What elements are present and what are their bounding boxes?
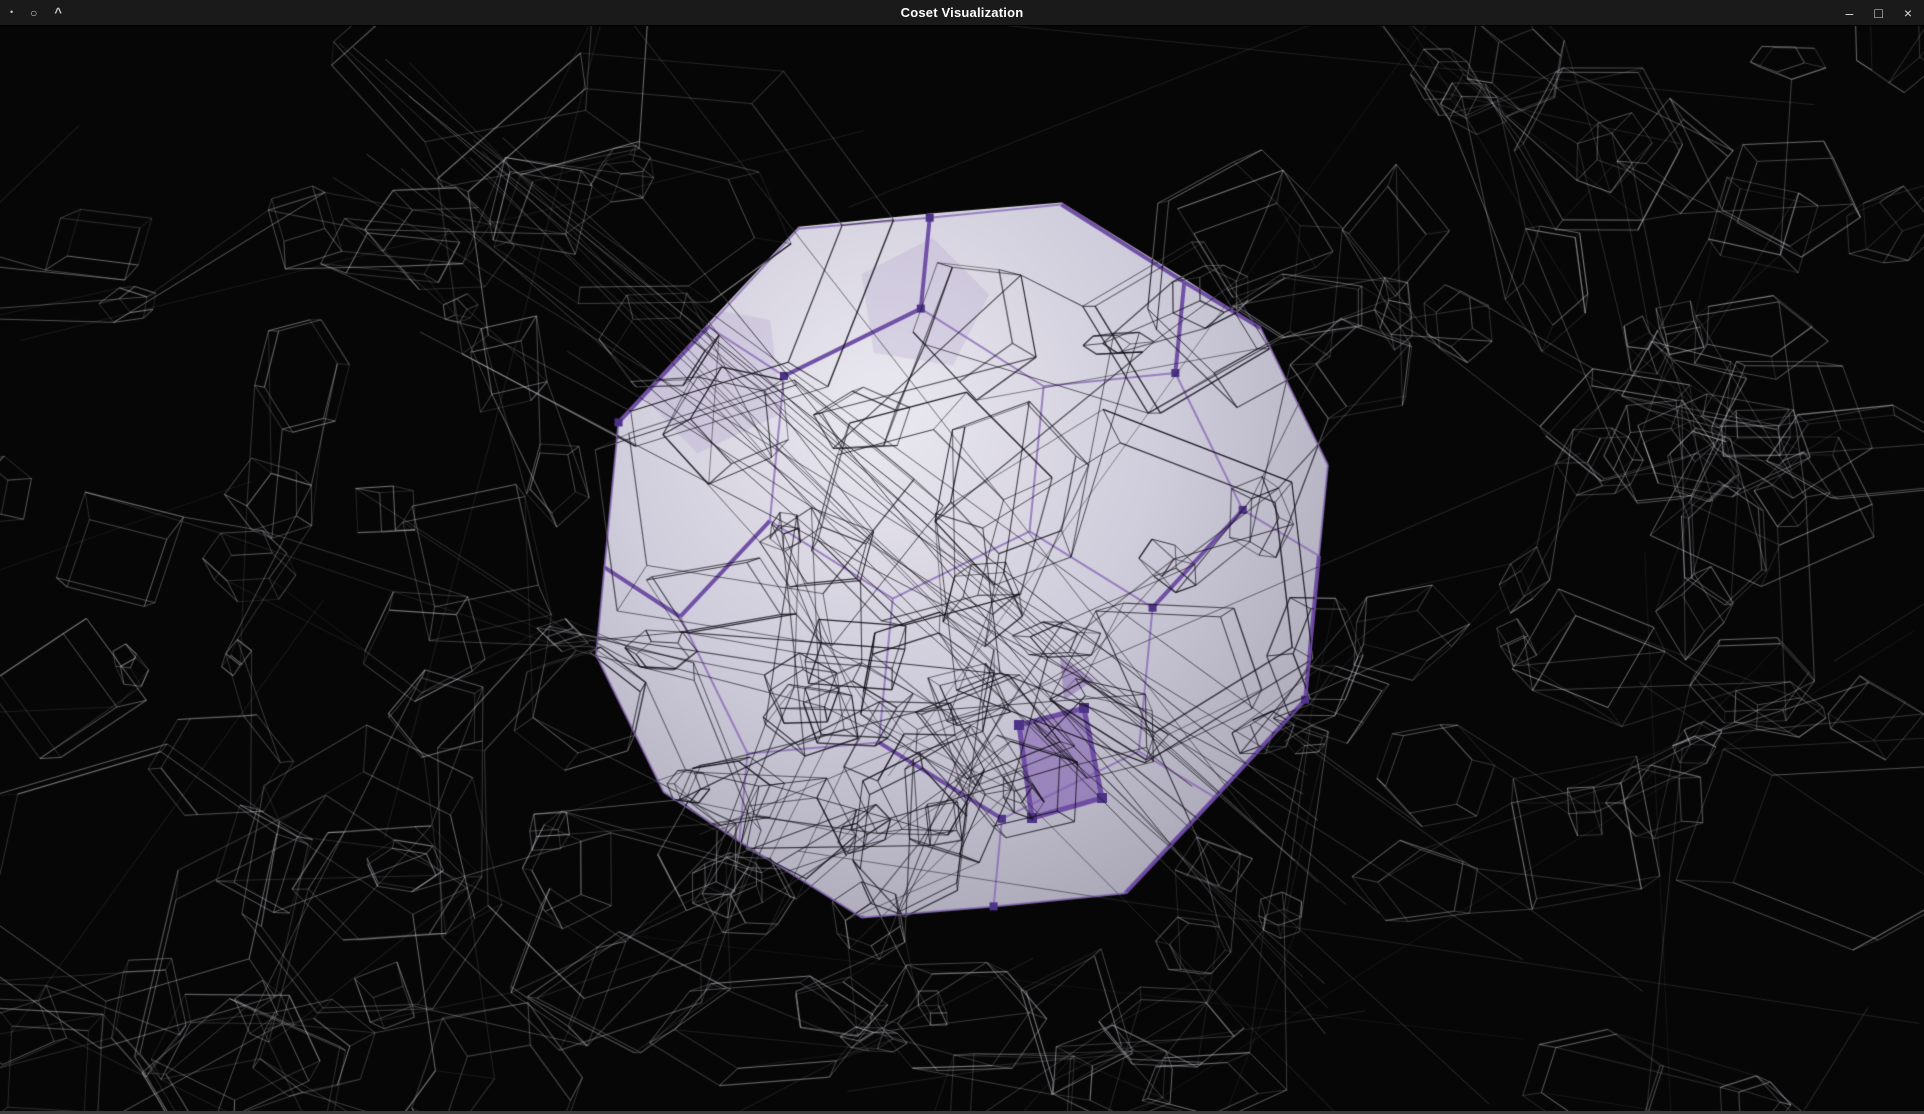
close-button[interactable]: × [1904,6,1912,20]
window-controls: – □ × [1846,0,1912,25]
caret-up-icon[interactable]: ^ [54,6,62,19]
coset-canvas[interactable] [0,26,1924,1111]
titlebar-left-icons: • ○ ^ [10,0,62,25]
viewport [0,26,1924,1111]
window-title: Coset Visualization [901,5,1024,20]
menu-dot-icon: • [10,8,13,17]
record-icon[interactable]: ○ [30,7,37,19]
titlebar[interactable]: • ○ ^ Coset Visualization – □ × [0,0,1924,26]
maximize-button[interactable]: □ [1874,6,1882,20]
minimize-button[interactable]: – [1846,6,1854,20]
